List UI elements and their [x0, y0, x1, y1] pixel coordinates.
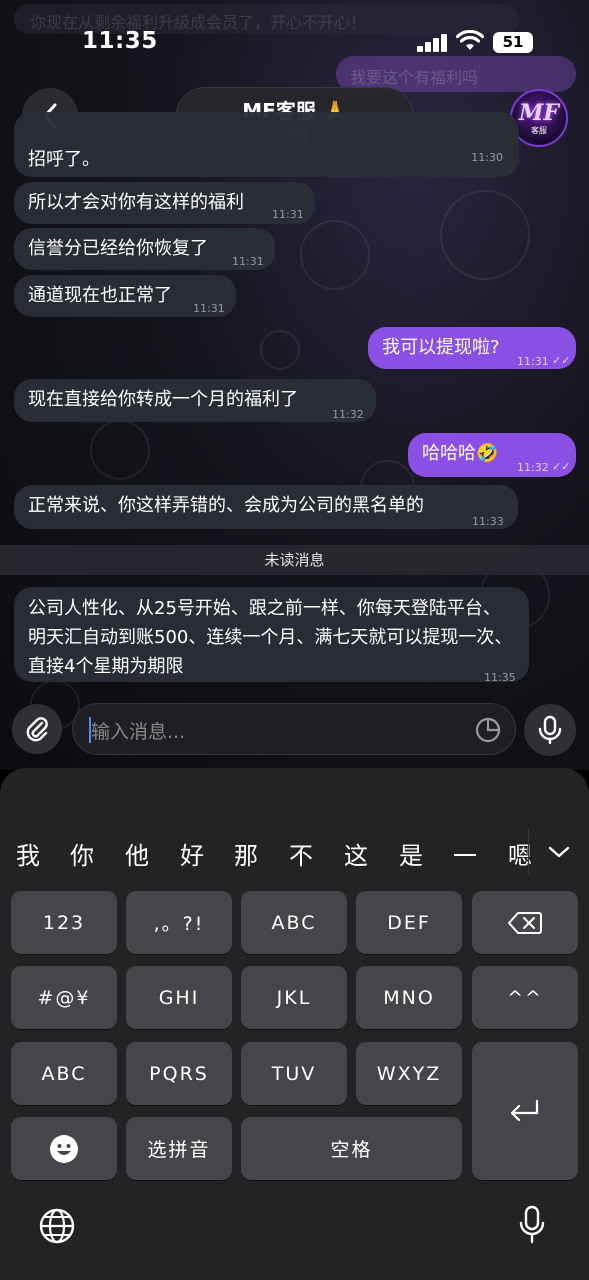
message-time: 11:31 [193, 302, 225, 315]
candidate-word[interactable]: 那 [234, 836, 258, 871]
status-time: 11:35 [82, 28, 158, 54]
space-key[interactable]: 空格 [241, 1117, 462, 1180]
message-incoming[interactable]: 现在直接给你转成一个月的福利了 11:32 [14, 379, 376, 422]
message-incoming[interactable]: 正常来说、你这样弄错的、会成为公司的黑名单的 11:33 [14, 485, 518, 529]
key-emoticon[interactable]: ^^ [472, 966, 578, 1029]
chevron-down-icon[interactable] [547, 844, 571, 860]
candidate-word[interactable]: 你 [70, 836, 94, 871]
message-text: 正常来说、你这样弄错的、会成为公司的黑名单的 [28, 495, 424, 516]
status-bar: 11:35 51 [0, 0, 589, 86]
message-outgoing[interactable]: 我可以提现啦? 11:31 ✓✓ [368, 327, 576, 369]
key-ghi[interactable]: GHI [126, 966, 232, 1029]
message-time: 11:35 [484, 671, 516, 684]
key-def[interactable]: DEF [356, 891, 462, 954]
read-check-icon: ✓✓ [552, 460, 571, 473]
message-incoming[interactable]: 公司人性化、从25号开始、跟之前一样、你每天登陆平台、明天汇自动到账500、连续… [14, 587, 529, 684]
emoji-key[interactable] [11, 1117, 117, 1180]
message-incoming[interactable]: 通道现在也正常了 11:31 [14, 275, 236, 317]
message-time: 11:31 [517, 355, 549, 368]
candidate-word[interactable]: 一 [453, 836, 477, 871]
return-icon [510, 1099, 539, 1122]
candidate-word[interactable]: 他 [125, 836, 149, 871]
candidate-word[interactable]: 这 [344, 836, 368, 871]
voice-message-button[interactable] [524, 704, 576, 756]
message-time: 11:31 [272, 208, 304, 221]
message-text: 招呼了。 [28, 149, 100, 170]
candidate-word[interactable]: 是 [399, 836, 423, 871]
candidate-bar: 我 你 他 好 那 不 这 是 一 嗯 [0, 830, 589, 878]
paperclip-icon [26, 717, 48, 742]
message-incoming[interactable]: 招呼了。 11:30 [14, 112, 519, 177]
key-wxyz[interactable]: WXYZ [356, 1042, 462, 1105]
candidate-word[interactable]: 我 [16, 836, 40, 871]
message-input-placeholder: 输入消息... [91, 721, 186, 743]
avatar-logo: MF [519, 100, 559, 126]
return-key[interactable] [472, 1042, 578, 1180]
microphone-icon [538, 715, 562, 745]
message-incoming[interactable]: 信誉分已经给你恢复了 11:31 [14, 228, 275, 270]
message-time: 11:32 [332, 408, 364, 421]
message-text: 通道现在也正常了 [28, 285, 172, 306]
globe-icon[interactable] [38, 1207, 76, 1245]
message-text: 所以才会对你有这样的福利 [28, 192, 244, 213]
message-time: 11:33 [472, 515, 504, 528]
message-input[interactable]: 输入消息... [72, 703, 516, 755]
key-abc-mode[interactable]: ABC [11, 1042, 117, 1105]
candidate-word[interactable]: 好 [180, 836, 204, 871]
key-abc[interactable]: ABC [241, 891, 347, 954]
wifi-icon [456, 30, 484, 50]
backspace-icon [508, 911, 542, 934]
key-symbols[interactable]: #@¥ [11, 966, 117, 1029]
message-text: 公司人性化、从25号开始、跟之前一样、你每天登陆平台、明天汇自动到账500、连续… [28, 598, 513, 677]
dictation-microphone-icon[interactable] [518, 1205, 546, 1245]
candidate-divider [528, 828, 529, 874]
cellular-signal-icon [417, 34, 449, 52]
key-jkl[interactable]: JKL [241, 966, 347, 1029]
message-incoming[interactable]: 所以才会对你有这样的福利 11:31 [14, 182, 315, 224]
emoji-icon [50, 1134, 78, 1163]
message-text: 现在直接给你转成一个月的福利了 [28, 389, 298, 410]
avatar-tag: 客服 [531, 126, 547, 135]
message-text: 哈哈哈🤣 [422, 443, 499, 464]
backspace-key[interactable] [472, 891, 578, 954]
key-pqrs[interactable]: PQRS [126, 1042, 232, 1105]
key-123[interactable]: 123 [11, 891, 117, 954]
battery-indicator: 51 [493, 32, 533, 53]
key-mno[interactable]: MNO [356, 966, 462, 1029]
key-pinyin-select[interactable]: 选拼音 [126, 1117, 232, 1180]
message-time: 11:30 [471, 151, 503, 164]
candidate-word[interactable]: 不 [289, 836, 313, 871]
message-text: 信誉分已经给你恢复了 [28, 238, 208, 259]
key-punctuation[interactable]: ,。?! [126, 891, 232, 954]
sticker-icon[interactable] [475, 717, 501, 743]
message-text: 我可以提现啦? [382, 337, 500, 358]
unread-messages-divider: 未读消息 [0, 545, 589, 575]
message-time: 11:31 [232, 255, 264, 268]
message-outgoing[interactable]: 哈哈哈🤣 11:32 ✓✓ [408, 433, 576, 477]
message-time: 11:32 [517, 461, 549, 474]
attach-button[interactable] [12, 704, 62, 754]
read-check-icon: ✓✓ [552, 354, 571, 367]
key-tuv[interactable]: TUV [241, 1042, 347, 1105]
